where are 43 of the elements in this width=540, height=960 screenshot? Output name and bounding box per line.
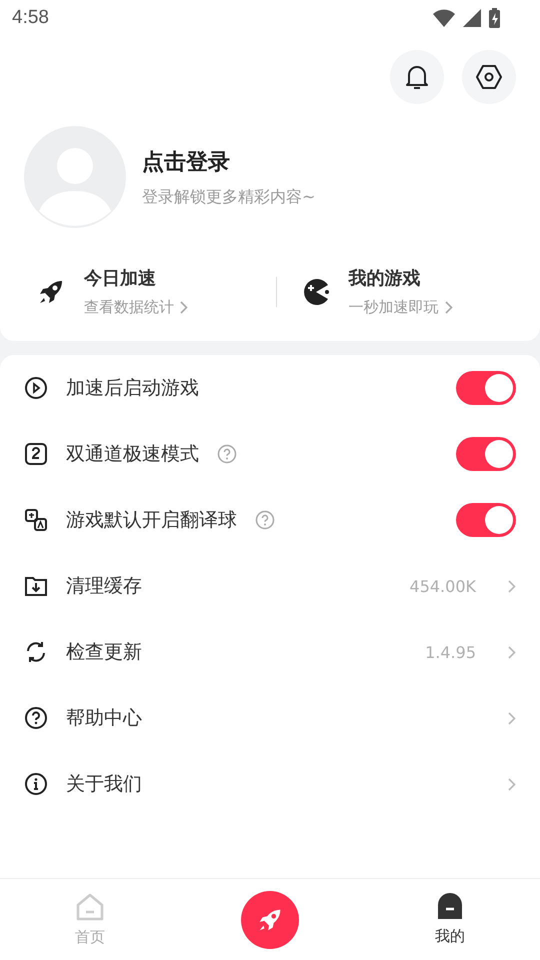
signal-icon [463,9,481,27]
folder-download-icon [24,574,48,598]
chevron-icon [180,301,188,314]
nav-tab[interactable]: 首页 [0,892,180,947]
setting-label: 双通道极速模式 [66,442,199,467]
chevron-icon [508,646,516,658]
play-icon [24,376,48,400]
battery-icon [489,8,500,28]
number-icon [24,442,48,466]
setting-label: 检查更新 [66,640,142,665]
chevron-icon [508,778,516,790]
chevron-icon [444,301,452,314]
chevron-icon [508,580,516,592]
wifi-icon [433,9,455,27]
nav-tab[interactable]: 我的 [360,893,540,946]
setting-label: 帮助中心 [66,706,142,731]
toggle-switch[interactable] [456,371,516,405]
setting-value: 1.4.95 [425,642,476,662]
help-icon [24,706,48,730]
stat-link[interactable]: 一秒加速即玩 [348,298,452,317]
login-subtitle: 登录解锁更多精彩内容~ [142,186,316,208]
status-time: 4:58 [12,7,49,29]
toggle-switch[interactable] [456,503,516,537]
user-icon [436,893,464,921]
setting-label: 关于我们 [66,772,142,797]
setting-label: 游戏默认开启翻译球 [66,508,237,533]
stat-title: 我的游戏 [348,267,422,290]
setting-label: 加速后启动游戏 [66,376,199,401]
chevron-icon [508,712,516,724]
refresh-icon [24,640,48,664]
stat-title: 今日加速 [84,267,157,290]
translate-icon [24,508,48,532]
stat-link[interactable]: 查看数据统计 [84,298,188,317]
setting-value: 454.00K [410,576,476,596]
home-icon [75,892,105,922]
bell-icon [404,63,430,91]
help-icon[interactable] [217,444,237,464]
settings-icon [475,63,503,91]
toggle-switch[interactable] [456,437,516,471]
setting-label: 清理缓存 [66,574,142,599]
help-icon[interactable] [255,510,275,530]
info-icon [24,772,48,796]
login-title[interactable]: 点击登录 [142,146,316,176]
